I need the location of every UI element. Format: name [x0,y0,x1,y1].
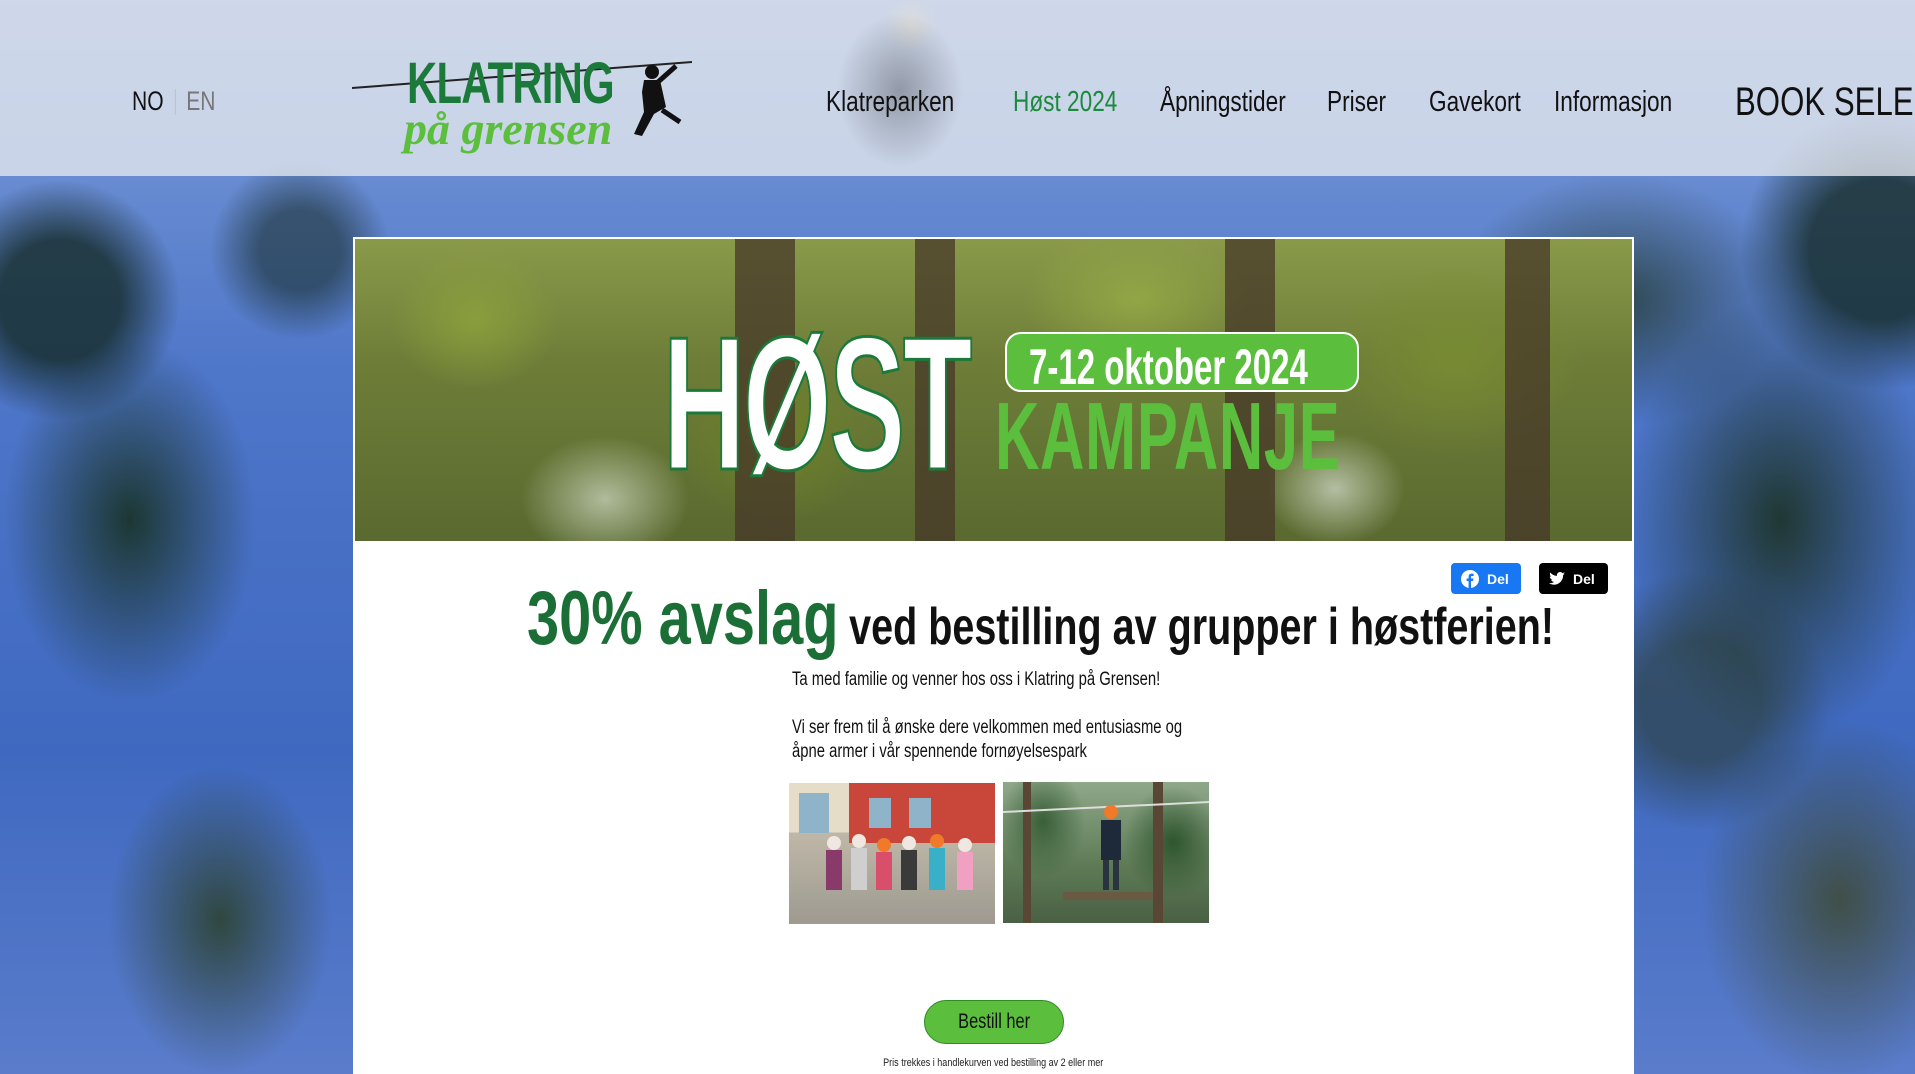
headline-text: ved bestilling av grupper i høstferien! [849,598,1555,656]
site-header: NO EN KLATRING på grensen Klatreparken H… [0,0,1915,176]
price-note-text: Pris trekkes i handlekurven ved bestilli… [883,1057,1104,1069]
price-note: Pris trekkes i handlekurven ved bestilli… [353,1053,1634,1071]
nav-gavekort[interactable]: Gavekort [1429,86,1521,119]
main-navigation: Klatreparken Høst 2024 Åpningstider Pris… [0,86,1915,126]
group-photo[interactable] [789,783,995,924]
tree-trunk [1505,239,1550,541]
banner-kampanje-text: KAMPANJE [995,383,1341,490]
banner-host-text: HØST [662,298,973,510]
group-photo-image [799,783,995,890]
nav-host-2024[interactable]: Høst 2024 [1013,86,1117,119]
nav-informasjon[interactable]: Informasjon [1554,86,1672,119]
nav-apningstider[interactable]: Åpningstider [1160,86,1286,119]
climbing-photo[interactable] [1003,782,1209,923]
order-button-label: Bestill her [958,1010,1030,1033]
order-button[interactable]: Bestill her [924,1000,1064,1044]
nav-priser[interactable]: Priser [1327,86,1386,119]
climbing-photo-image [1003,782,1209,923]
campaign-banner: HØST 7-12 oktober 2024 KAMPANJE [355,239,1632,541]
intro-line-2: Vi ser frem til å ønske dere velkommen m… [792,717,1183,738]
headline-discount: 30% avslag [527,576,839,661]
intro-line-1: Ta med familie og venner hos oss i Klatr… [792,669,1161,690]
intro-line-3: åpne armer i vår spennende fornøyelsespa… [792,741,1087,762]
content-panel: HØST 7-12 oktober 2024 KAMPANJE Del Del … [353,237,1634,1074]
book-sele-button[interactable]: BOOK SELE [1735,80,1914,125]
twitter-share-label: Del [1573,570,1595,587]
page-headline: 30% avslag ved bestilling av grupper i hø… [527,575,1554,662]
nav-klatreparken[interactable]: Klatreparken [826,86,954,119]
